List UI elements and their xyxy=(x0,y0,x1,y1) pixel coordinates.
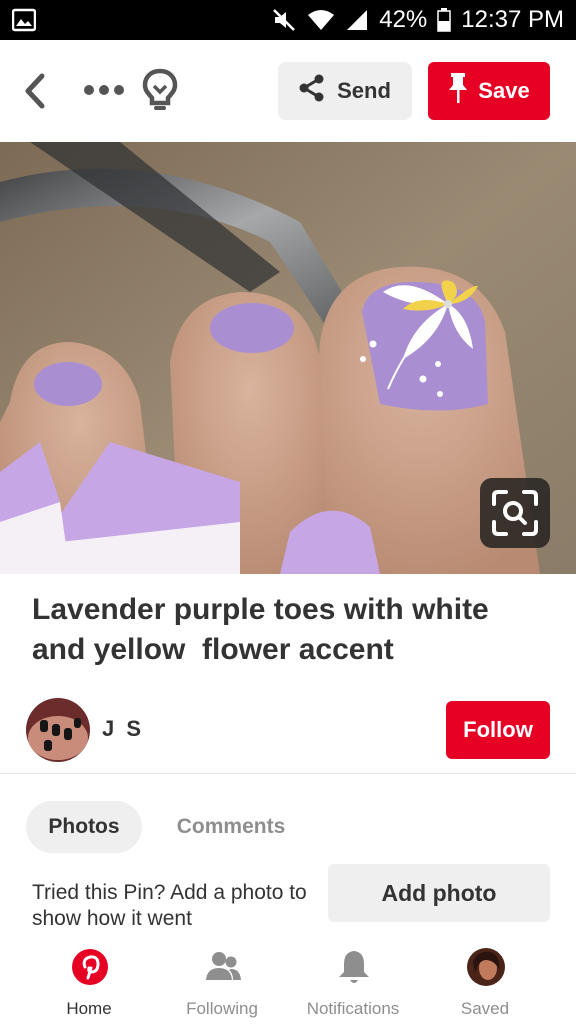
divider xyxy=(0,773,576,774)
top-nav: Send Save xyxy=(0,40,576,142)
lightbulb-icon[interactable] xyxy=(142,68,178,112)
more-icon[interactable] xyxy=(82,80,126,100)
save-label: Save xyxy=(478,78,530,103)
send-button[interactable]: Send xyxy=(278,62,412,120)
follow-button[interactable]: Follow xyxy=(446,701,550,759)
pinterest-logo-icon xyxy=(71,948,109,986)
signal-icon xyxy=(345,8,369,32)
bell-icon xyxy=(335,948,373,986)
battery-text: 42% xyxy=(379,6,428,33)
nav-saved[interactable]: Saved xyxy=(420,944,550,1020)
tried-prompt-text: Tried this Pin? Add a photo to show how … xyxy=(32,881,307,930)
add-photo-button[interactable]: Add photo xyxy=(328,864,550,922)
nav-notifications[interactable]: Notifications xyxy=(288,944,418,1020)
share-icon xyxy=(299,74,325,108)
nav-home-label: Home xyxy=(66,999,112,1018)
battery-icon xyxy=(437,8,452,32)
pin-title: Lavender purple toes with white and yell… xyxy=(32,593,489,666)
author-avatar[interactable] xyxy=(26,698,90,762)
nav-home[interactable]: Home xyxy=(24,944,154,1020)
visual-search-icon[interactable] xyxy=(480,478,550,548)
tab-comments[interactable]: Comments xyxy=(160,801,302,853)
tab-photos[interactable]: Photos xyxy=(26,801,142,853)
profile-avatar-icon xyxy=(467,948,505,986)
pushpin-icon xyxy=(448,71,468,111)
bottom-nav: Home Following Notifications Saved xyxy=(0,938,576,1024)
nav-following-label: Following xyxy=(186,999,258,1018)
back-icon[interactable] xyxy=(20,72,50,110)
wifi-icon xyxy=(307,8,335,32)
author-row: J S Follow xyxy=(0,698,576,762)
mute-icon xyxy=(271,7,297,33)
nav-saved-label: Saved xyxy=(460,999,510,1018)
nav-notifications-label: Notifications xyxy=(306,999,400,1018)
pin-image[interactable] xyxy=(0,142,576,574)
people-icon xyxy=(204,948,242,986)
nav-following[interactable]: Following xyxy=(157,944,287,1020)
save-button[interactable]: Save xyxy=(428,62,550,120)
image-icon xyxy=(11,8,37,32)
status-bar: 42% 12:37 PM xyxy=(0,0,576,40)
author-name[interactable]: J S xyxy=(102,716,144,742)
clock-text: 12:37 PM xyxy=(461,6,564,33)
send-label: Send xyxy=(337,78,391,103)
